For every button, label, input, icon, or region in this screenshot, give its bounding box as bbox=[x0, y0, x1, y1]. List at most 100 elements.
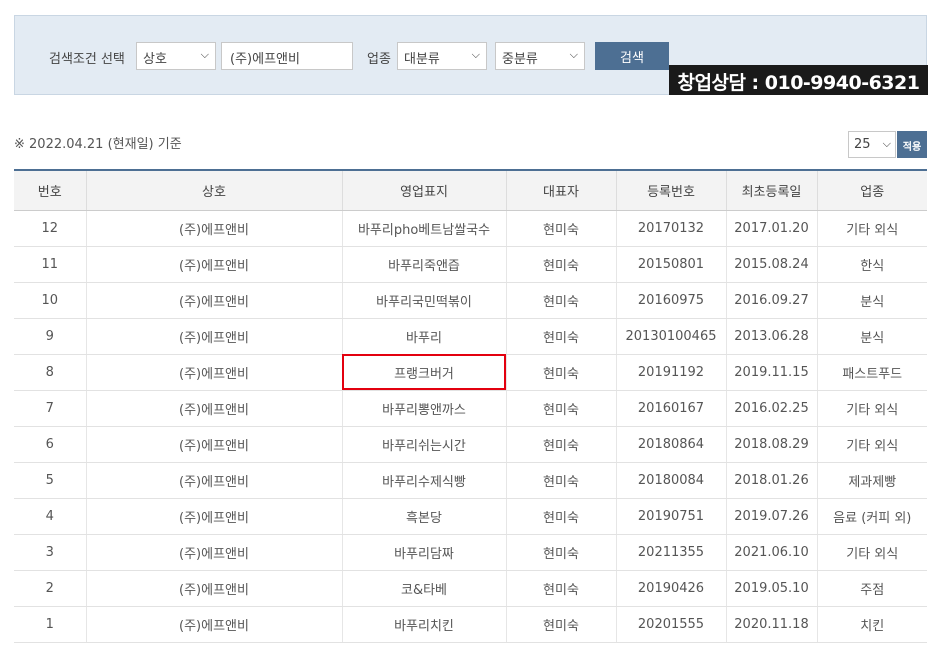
major-category-value: 대분류 bbox=[404, 52, 440, 67]
cell-ceo: 현미숙 bbox=[506, 426, 617, 463]
cell-brand[interactable]: 바푸리치킨 bbox=[342, 606, 507, 643]
cell-brand[interactable]: 바푸리쉬는시간 bbox=[342, 426, 507, 463]
table-row[interactable]: 10 (주)에프앤비 바푸리국민떡볶이 현미숙 20160975 2016.09.27 분식 bbox=[14, 282, 927, 319]
table-row[interactable]: 5 (주)에프앤비 바푸리수제식빵 현미숙 20180084 2018.01.26 제과제빵 bbox=[14, 462, 927, 499]
cell-reg-number: 20160167 bbox=[616, 390, 727, 427]
table-body: 12 (주)에프앤비 바푸리pho베트남쌀국수 현미숙 20170132 2017.01.… bbox=[14, 210, 927, 643]
cell-company: (주)에프앤비 bbox=[86, 570, 343, 607]
cell-company: (주)에프앤비 bbox=[86, 390, 343, 427]
chevron-down-icon: ⌵ bbox=[200, 48, 209, 61]
col-header-reg-number: 등록번호 bbox=[616, 170, 727, 211]
table-row[interactable]: 6 (주)에프앤비 바푸리쉬는시간 현미숙 20180864 2018.08.29 기타 외… bbox=[14, 426, 927, 463]
cell-industry: 분식 bbox=[817, 282, 927, 319]
cell-company: (주)에프앤비 bbox=[86, 426, 343, 463]
cell-brand[interactable]: 바푸리죽앤즙 bbox=[342, 246, 507, 283]
cell-ceo: 현미숙 bbox=[506, 462, 617, 499]
cell-ceo: 현미숙 bbox=[506, 390, 617, 427]
search-condition-label: 검색조건 선택 bbox=[49, 52, 125, 67]
table-row[interactable]: 12 (주)에프앤비 바푸리pho베트남쌀국수 현미숙 20170132 2017.01.… bbox=[14, 210, 927, 247]
cell-company: (주)에프앤비 bbox=[86, 354, 343, 391]
cell-number: 3 bbox=[14, 534, 87, 571]
cell-brand[interactable]: 바푸리 bbox=[342, 318, 507, 355]
search-condition-select[interactable]: 상호 ⌵ bbox=[136, 42, 216, 70]
per-page-select[interactable]: 25 ⌵ bbox=[848, 131, 896, 158]
cell-ceo: 현미숙 bbox=[506, 282, 617, 319]
apply-button[interactable]: 적용 bbox=[897, 131, 927, 158]
cell-brand[interactable]: 바푸리뽕앤까스 bbox=[342, 390, 507, 427]
col-header-number: 번호 bbox=[14, 170, 87, 211]
cell-number: 10 bbox=[14, 282, 87, 319]
cell-number: 7 bbox=[14, 390, 87, 427]
cell-brand[interactable]: 흑본당 bbox=[342, 498, 507, 535]
cell-industry: 한식 bbox=[817, 246, 927, 283]
cell-brand[interactable]: 바푸리수제식빵 bbox=[342, 462, 507, 499]
cell-ceo: 현미숙 bbox=[506, 606, 617, 643]
cell-industry: 기타 외식 bbox=[817, 534, 927, 571]
table-row[interactable]: 9 (주)에프앤비 바푸리 현미숙 20130100465 2013.06.28 분식 bbox=[14, 318, 927, 355]
cell-ceo: 현미숙 bbox=[506, 534, 617, 571]
cell-industry: 주점 bbox=[817, 570, 927, 607]
cell-ceo: 현미숙 bbox=[506, 246, 617, 283]
chevron-down-icon: ⌵ bbox=[882, 137, 891, 150]
cell-number: 11 bbox=[14, 246, 87, 283]
cell-first-reg-date: 2015.08.24 bbox=[726, 246, 818, 283]
keyword-input[interactable]: (주)에프앤비 bbox=[221, 42, 353, 70]
cell-industry: 분식 bbox=[817, 318, 927, 355]
col-header-company: 상호 bbox=[86, 170, 343, 211]
cell-brand[interactable]: 바푸리국민떡볶이 bbox=[342, 282, 507, 319]
cell-reg-number: 20191192 bbox=[616, 354, 727, 391]
cell-industry: 패스트푸드 bbox=[817, 354, 927, 391]
cell-first-reg-date: 2018.01.26 bbox=[726, 462, 818, 499]
cell-brand[interactable]: 코&타베 bbox=[342, 570, 507, 607]
table-row[interactable]: 3 (주)에프앤비 바푸리담짜 현미숙 20211355 2021.06.10 기타 외식 bbox=[14, 534, 927, 571]
chevron-down-icon: ⌵ bbox=[471, 48, 480, 61]
cell-number: 6 bbox=[14, 426, 87, 463]
cell-first-reg-date: 2016.09.27 bbox=[726, 282, 818, 319]
minor-category-value: 중분류 bbox=[502, 52, 538, 67]
cell-company: (주)에프앤비 bbox=[86, 282, 343, 319]
industry-label: 업종 bbox=[367, 52, 391, 67]
promo-banner: 창업상담 : 010-9940-6321 bbox=[669, 65, 928, 95]
major-category-select[interactable]: 대분류 ⌵ bbox=[397, 42, 487, 70]
cell-ceo: 현미숙 bbox=[506, 498, 617, 535]
cell-company: (주)에프앤비 bbox=[86, 534, 343, 571]
cell-reg-number: 20201555 bbox=[616, 606, 727, 643]
cell-company: (주)에프앤비 bbox=[86, 246, 343, 283]
cell-first-reg-date: 2018.08.29 bbox=[726, 426, 818, 463]
cell-reg-number: 20150801 bbox=[616, 246, 727, 283]
cell-first-reg-date: 2017.01.20 bbox=[726, 210, 818, 247]
table-row[interactable]: 11 (주)에프앤비 바푸리죽앤즙 현미숙 20150801 2015.08.24 한식 bbox=[14, 246, 927, 283]
chevron-down-icon: ⌵ bbox=[569, 48, 578, 61]
cell-industry: 기타 외식 bbox=[817, 210, 927, 247]
table-row[interactable]: 7 (주)에프앤비 바푸리뽕앤까스 현미숙 20160167 2016.02.25 기타 외… bbox=[14, 390, 927, 427]
cell-first-reg-date: 2013.06.28 bbox=[726, 318, 818, 355]
cell-number: 2 bbox=[14, 570, 87, 607]
cell-brand[interactable]: 바푸리담짜 bbox=[342, 534, 507, 571]
cell-brand[interactable]: 프랭크버거 bbox=[342, 354, 507, 391]
per-page-value: 25 bbox=[854, 137, 871, 152]
cell-company: (주)에프앤비 bbox=[86, 606, 343, 643]
cell-first-reg-date: 2021.06.10 bbox=[726, 534, 818, 571]
cell-ceo: 현미숙 bbox=[506, 354, 617, 391]
search-condition-value: 상호 bbox=[143, 52, 167, 67]
search-button[interactable]: 검색 bbox=[595, 42, 669, 70]
minor-category-select[interactable]: 중분류 ⌵ bbox=[495, 42, 585, 70]
cell-number: 9 bbox=[14, 318, 87, 355]
cell-company: (주)에프앤비 bbox=[86, 318, 343, 355]
cell-reg-number: 20180864 bbox=[616, 426, 727, 463]
cell-company: (주)에프앤비 bbox=[86, 498, 343, 535]
cell-brand[interactable]: 바푸리pho베트남쌀국수 bbox=[342, 210, 507, 247]
table-row[interactable]: 2 (주)에프앤비 코&타베 현미숙 20190426 2019.05.10 주점 bbox=[14, 570, 927, 607]
cell-industry: 기타 외식 bbox=[817, 390, 927, 427]
col-header-first-reg-date: 최초등록일 bbox=[726, 170, 818, 211]
table-row[interactable]: 4 (주)에프앤비 흑본당 현미숙 20190751 2019.07.26 음료 (커피 외… bbox=[14, 498, 927, 535]
cell-company: (주)에프앤비 bbox=[86, 210, 343, 247]
cell-industry: 기타 외식 bbox=[817, 426, 927, 463]
cell-number: 4 bbox=[14, 498, 87, 535]
table-row[interactable]: 8 (주)에프앤비 프랭크버거 현미숙 20191192 2019.11.15 패스트푸드 bbox=[14, 354, 927, 391]
cell-industry: 치킨 bbox=[817, 606, 927, 643]
table-row[interactable]: 1 (주)에프앤비 바푸리치킨 현미숙 20201555 2020.11.18 치킨 bbox=[14, 606, 927, 643]
cell-first-reg-date: 2019.05.10 bbox=[726, 570, 818, 607]
cell-reg-number: 20190751 bbox=[616, 498, 727, 535]
cell-industry: 제과제빵 bbox=[817, 462, 927, 499]
